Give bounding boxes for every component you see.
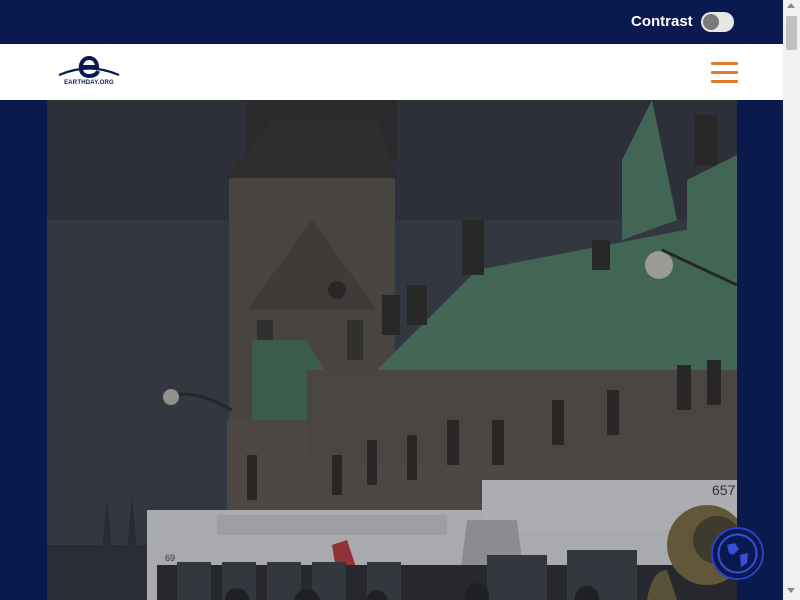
earthday-logo-icon: [58, 56, 120, 79]
hamburger-menu-icon[interactable]: [711, 62, 738, 84]
contrast-toggle[interactable]: [701, 12, 734, 32]
site-header: EARTHDAY.ORG: [0, 44, 783, 100]
scroll-down-arrow-icon[interactable]: [787, 588, 795, 593]
globe-icon: [717, 533, 758, 574]
hero-image: 657 69: [47, 100, 737, 600]
top-bar: Contrast: [0, 0, 783, 44]
logo-text: EARTHDAY.ORG: [64, 80, 114, 86]
scroll-up-arrow-icon[interactable]: [787, 3, 795, 8]
vertical-scrollbar[interactable]: [783, 0, 800, 600]
contrast-label: Contrast: [631, 13, 693, 30]
globe-button[interactable]: [711, 527, 764, 580]
scroll-thumb[interactable]: [786, 16, 797, 50]
toggle-knob: [703, 14, 719, 30]
earthday-logo[interactable]: EARTHDAY.ORG: [57, 54, 121, 92]
